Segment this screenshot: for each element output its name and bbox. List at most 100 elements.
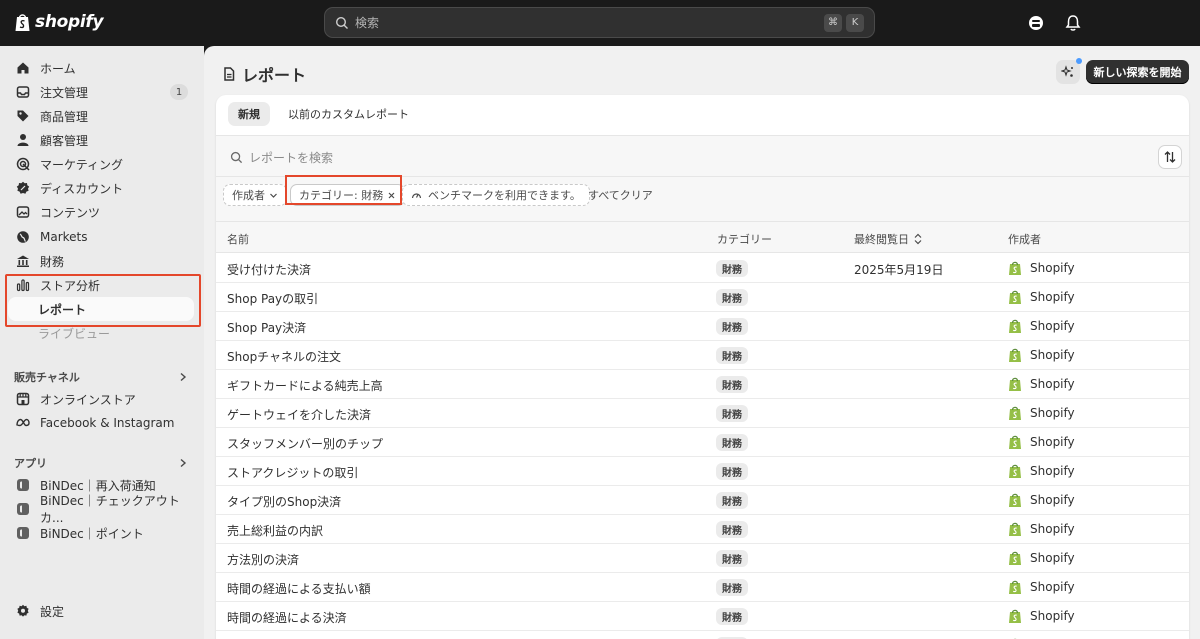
table-row[interactable]: 時間の経過による支払い額 財務 Shopify [216, 573, 1189, 602]
sidebar-item-label: 設定 [40, 604, 65, 619]
report-name[interactable]: 売上総利益の内訳 [227, 522, 323, 539]
column-header-last-viewed[interactable]: 最終閲覧日 [854, 231, 923, 247]
tab-new[interactable]: 新規 [228, 102, 270, 126]
sidebar-item-label: BiNDec｜ポイント [40, 526, 144, 541]
highlight-box [5, 274, 201, 327]
table-row[interactable]: ゲートウェイを介した決済 財務 Shopify [216, 399, 1189, 428]
sidebar-item-settings[interactable]: 設定 [8, 599, 194, 623]
sidebar-item-markets[interactable]: Markets [8, 225, 194, 249]
global-search-input[interactable]: 検索 ⌘ K [324, 7, 875, 38]
sidebar-item-products[interactable]: 商品管理 [8, 104, 194, 128]
category-badge: 財務 [716, 347, 748, 364]
report-name[interactable]: 受け付けた決済 [227, 261, 311, 278]
author-name: Shopify [1030, 348, 1075, 362]
sidebar-item-discounts[interactable]: ディスカウント [8, 176, 194, 200]
table-row[interactable]: スタッフメンバー別のチップ 財務 Shopify [216, 428, 1189, 457]
category-badge: 財務 [716, 434, 748, 451]
benchmark-filter-label: ベンチマークを利用できます。 [428, 189, 581, 202]
author-cell: Shopify [1008, 463, 1075, 479]
sidekick-button[interactable] [1056, 58, 1082, 84]
shopify-logo[interactable]: shopify [14, 12, 104, 32]
table-row[interactable]: 未使用のギフトカード残高財務Shopify [216, 631, 1189, 639]
table-row[interactable]: 時間の経過による決済 財務 Shopify [216, 602, 1189, 631]
author-name: Shopify [1030, 406, 1075, 420]
sidebar-item-customers[interactable]: 顧客管理 [8, 128, 194, 152]
report-name[interactable]: Shop Payの取引 [227, 290, 318, 307]
category-badge: 財務 [716, 318, 748, 335]
author-cell: Shopify [1008, 608, 1075, 624]
table-row[interactable]: ストアクレジットの取引 財務 Shopify [216, 457, 1189, 486]
category-badge: 財務 [716, 289, 748, 306]
report-name[interactable]: 時間の経過による決済 [227, 609, 347, 626]
column-header-name[interactable]: 名前 [227, 231, 249, 247]
table-row[interactable]: Shop Payの取引 財務 Shopify [216, 283, 1189, 312]
report-search-input[interactable]: レポートを検索 [230, 144, 1150, 170]
sales-channels-heading[interactable]: 販売チャネル [14, 369, 80, 385]
author-filter-chip[interactable]: 作成者 [223, 184, 287, 206]
report-search-placeholder: レポートを検索 [249, 150, 334, 165]
highlight-box [285, 175, 402, 205]
sidebar-item-label: BiNDec｜再入荷通知 [40, 478, 156, 493]
store-switcher-icon[interactable] [1026, 13, 1046, 33]
clear-all-button[interactable]: すべてクリア [588, 184, 653, 206]
sidebar-item-marketing[interactable]: マーケティング [8, 152, 194, 176]
sidebar-item-app-points[interactable]: BiNDec｜ポイント [8, 521, 194, 545]
sparkle-icon [1061, 65, 1073, 77]
author-cell: Shopify [1008, 521, 1075, 537]
column-header-category[interactable]: カテゴリー [717, 231, 772, 247]
table-row[interactable]: 売上総利益の内訳 財務 Shopify [216, 515, 1189, 544]
table-row[interactable]: Shopチャネルの注文 財務 Shopify [216, 341, 1189, 370]
sidebar-item-home[interactable]: ホーム [8, 56, 194, 80]
search-icon [230, 151, 243, 163]
sidebar-item-label: 商品管理 [40, 109, 89, 124]
author-name: Shopify [1030, 261, 1075, 275]
report-name[interactable]: 方法別の決済 [227, 551, 299, 568]
report-name[interactable]: ギフトカードによる純売上高 [227, 377, 383, 394]
sidebar-item-facebook-instagram[interactable]: Facebook & Instagram [8, 411, 194, 435]
author-name: Shopify [1030, 319, 1075, 333]
chevron-right-icon[interactable] [178, 458, 188, 468]
author-name: Shopify [1030, 493, 1075, 507]
author-name: Shopify [1030, 580, 1075, 594]
bell-icon[interactable] [1063, 13, 1083, 33]
tag-icon [17, 110, 29, 122]
table-row[interactable]: 受け付けた決済 財務 2025年5月19日 Shopify [216, 254, 1189, 283]
author-cell: Shopify [1008, 550, 1075, 566]
report-name[interactable]: Shopチャネルの注文 [227, 348, 341, 365]
sidebar-item-label: Markets [40, 230, 88, 244]
apps-heading[interactable]: アプリ [14, 455, 47, 471]
sidebar-item-label: 財務 [40, 254, 65, 269]
sidebar-item-app-checkout[interactable]: BiNDec｜チェックアウトカ... [8, 494, 194, 525]
globe-icon [17, 231, 29, 243]
report-name[interactable]: スタッフメンバー別のチップ [227, 435, 383, 452]
tab-previous-custom-reports[interactable]: 以前のカスタムレポート [278, 102, 419, 126]
report-name[interactable]: ゲートウェイを介した決済 [227, 406, 371, 423]
chevron-right-icon[interactable] [178, 372, 188, 382]
table-row[interactable]: 方法別の決済 財務 Shopify [216, 544, 1189, 573]
table-row[interactable]: ギフトカードによる純売上高 財務 Shopify [216, 370, 1189, 399]
sidebar-item-finance[interactable]: 財務 [8, 249, 194, 273]
column-header-label: 作成者 [1008, 233, 1041, 246]
report-name[interactable]: 時間の経過による支払い額 [227, 580, 371, 597]
author-cell: Shopify [1008, 405, 1075, 421]
category-badge: 財務 [716, 608, 748, 625]
shopify-bag-icon [1009, 406, 1021, 420]
sidebar-item-content[interactable]: コンテンツ [8, 200, 194, 224]
app-icon [17, 503, 29, 515]
shopify-bag-icon [1009, 522, 1021, 536]
table-row[interactable]: Shop Pay決済 財務 Shopify [216, 312, 1189, 341]
report-name[interactable]: ストアクレジットの取引 [227, 464, 358, 481]
shortcut-key-k: K [846, 13, 864, 32]
sort-button[interactable] [1158, 145, 1182, 169]
report-tabs: 新規 以前のカスタムレポート [228, 102, 419, 126]
sidebar-item-orders[interactable]: 注文管理 1 [8, 80, 194, 104]
report-name[interactable]: Shop Pay決済 [227, 319, 306, 336]
benchmark-filter-chip[interactable]: ベンチマークを利用できます。 [402, 184, 590, 206]
new-exploration-button[interactable]: 新しい探索を開始 [1086, 60, 1189, 84]
report-name[interactable]: タイプ別のShop決済 [227, 493, 341, 510]
sidebar-item-online-store[interactable]: オンラインストア [8, 387, 194, 411]
column-header-author[interactable]: 作成者 [1008, 231, 1041, 247]
author-name: Shopify [1030, 551, 1075, 565]
table-row[interactable]: タイプ別のShop決済 財務 Shopify [216, 486, 1189, 515]
author-name: Shopify [1030, 464, 1075, 478]
